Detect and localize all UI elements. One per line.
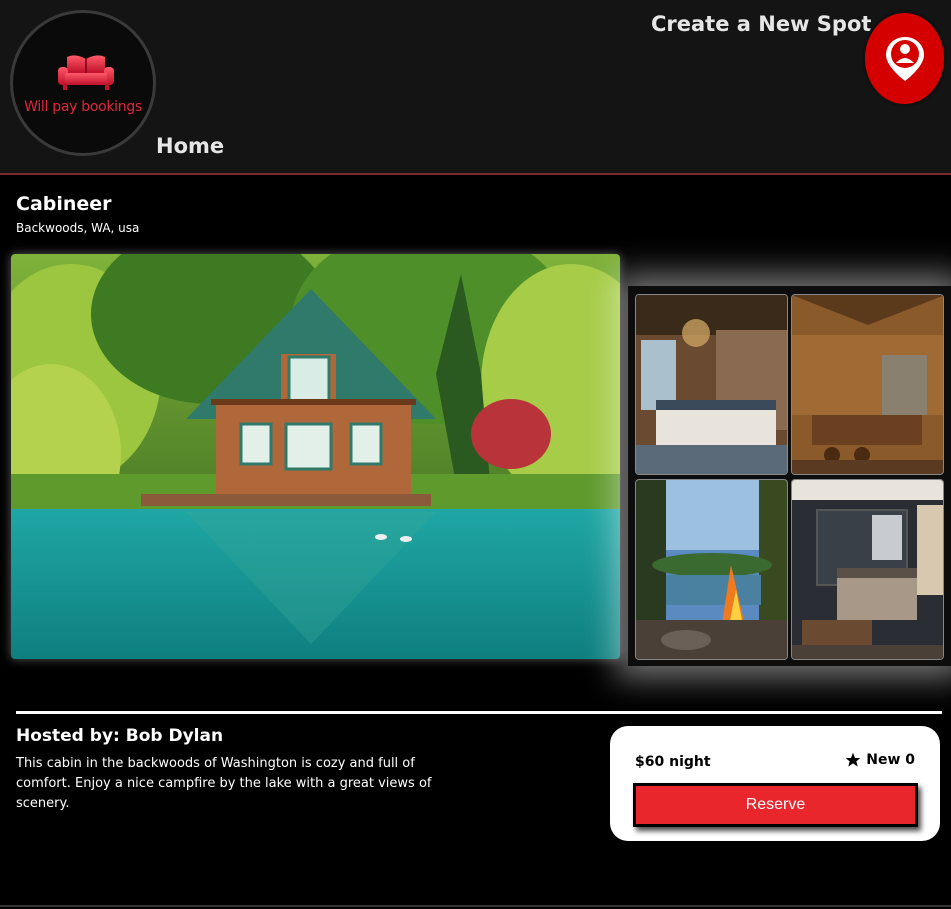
thumbnail-2[interactable]	[791, 294, 944, 475]
star-icon	[845, 752, 861, 767]
site-logo[interactable]: Will pay bookings	[10, 10, 156, 156]
user-location-pin-icon	[886, 37, 924, 81]
dark-bedroom-photo	[792, 480, 943, 659]
log-cabin-kitchen-photo	[792, 295, 943, 474]
spot-description: This cabin in the backwoods of Washingto…	[16, 756, 432, 811]
lakeside-campfire-photo	[636, 480, 787, 659]
host-heading: Hosted by: Bob Dylan	[16, 726, 224, 746]
footer-rule	[0, 905, 951, 907]
rating: New 0	[845, 752, 915, 768]
spot-location: Backwoods, WA, usa	[16, 221, 140, 235]
profile-button[interactable]	[862, 10, 947, 107]
thumbnail-3[interactable]	[635, 479, 788, 660]
section-divider	[16, 711, 942, 714]
booking-card: $60 night New 0 Reserve	[610, 726, 940, 841]
spot-title: Cabineer	[16, 193, 112, 215]
logo-text: Will pay bookings	[24, 99, 142, 115]
create-spot-link[interactable]: Create a New Spot	[651, 12, 871, 36]
main-spot-image	[11, 254, 620, 659]
site-header: Will pay bookings Home Create a New Spot	[0, 0, 951, 175]
lake-cabin-photo	[11, 254, 620, 659]
thumbnail-1[interactable]	[635, 294, 788, 475]
rating-text: New 0	[866, 752, 915, 768]
reserve-button[interactable]: Reserve	[633, 783, 918, 827]
thumbnail-4[interactable]	[791, 479, 944, 660]
home-link[interactable]: Home	[156, 134, 224, 158]
price-per-night: $60 night	[635, 754, 711, 770]
sofa-book-icon	[58, 55, 114, 90]
log-cabin-bedroom-photo	[636, 295, 787, 474]
